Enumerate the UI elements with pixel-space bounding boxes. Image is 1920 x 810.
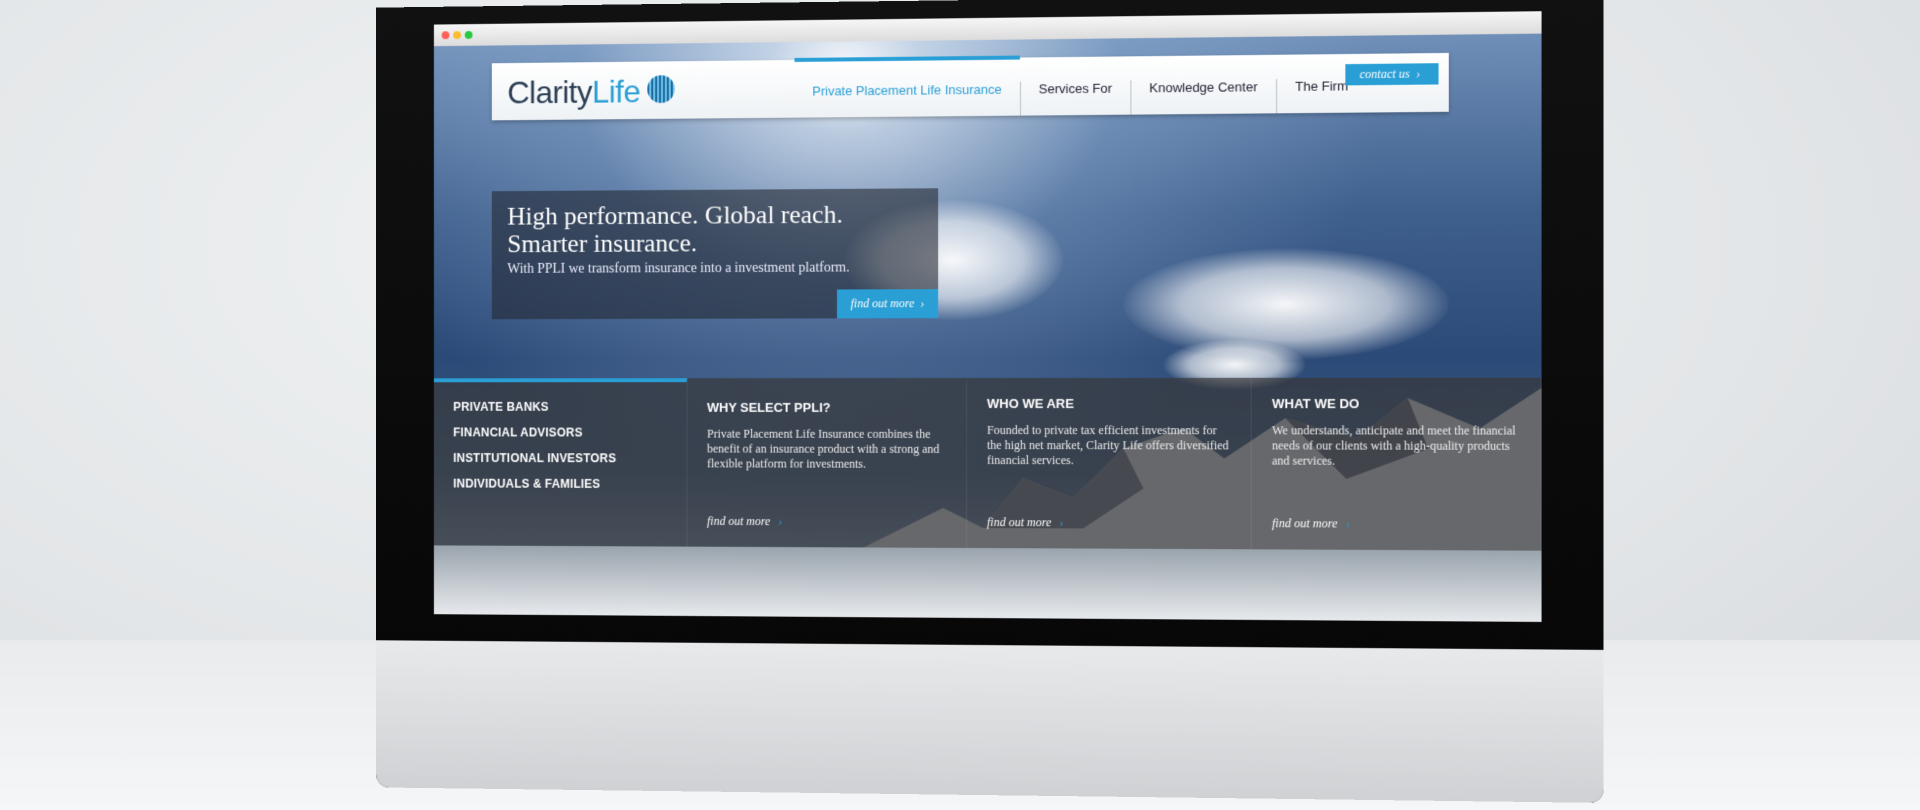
- audience-item-financial-advisors[interactable]: FINANCIAL ADVISORS: [453, 426, 667, 440]
- hero-subtitle: With PPLI we transform insurance into a …: [507, 260, 850, 277]
- nav-item-services-for[interactable]: Services For: [1019, 80, 1131, 116]
- panel-find-out-more-link[interactable]: find out more ›: [707, 514, 782, 529]
- info-panels: PRIVATE BANKS FINANCIAL ADVISORS INSTITU…: [433, 377, 1542, 551]
- panel-title: WHO WE ARE: [986, 395, 1074, 412]
- panel-cta-label: find out more: [1272, 516, 1338, 531]
- logo-globe-icon: [647, 75, 675, 104]
- panel-who-we-are: WHO WE ARE Founded to private tax effici…: [967, 377, 1252, 550]
- chevron-right-icon: ›: [1345, 516, 1350, 531]
- minimize-window-icon[interactable]: [453, 31, 461, 40]
- clarity-life-logo[interactable]: ClarityLife: [507, 74, 640, 112]
- panel-title: WHAT WE DO: [1272, 395, 1360, 412]
- chevron-right-icon: ›: [777, 514, 782, 529]
- panel-text: Founded to private tax efficient investm…: [986, 423, 1229, 468]
- chevron-right-icon: ›: [1059, 515, 1064, 530]
- main-nav: Private Placement Life Insurance Service…: [795, 54, 1367, 118]
- panel-find-out-more-link[interactable]: find out more ›: [1272, 516, 1350, 531]
- screen: ClarityLife Private Placement Life Insur…: [433, 11, 1542, 622]
- monitor-chin: [376, 640, 1604, 803]
- nav-item-knowledge-center[interactable]: Knowledge Center: [1130, 79, 1276, 115]
- hero-title: High performance. Global reach. Smarter …: [507, 199, 843, 259]
- audience-item-private-banks[interactable]: PRIVATE BANKS: [453, 400, 667, 414]
- panel-text: We understands, anticipate and meet the …: [1272, 423, 1516, 468]
- chevron-right-icon: ›: [917, 296, 925, 311]
- panel-what-we-do: WHAT WE DO We understands, anticipate an…: [1251, 377, 1542, 551]
- maximize-window-icon[interactable]: [464, 30, 473, 39]
- logo-text-clarity: Clarity: [507, 74, 592, 111]
- panel-find-out-more-link[interactable]: find out more ›: [987, 515, 1063, 530]
- contact-us-label: contact us: [1359, 66, 1410, 82]
- site-header: ClarityLife Private Placement Life Insur…: [491, 52, 1449, 121]
- hero-promo-box: High performance. Global reach. Smarter …: [491, 188, 939, 320]
- chevron-right-icon: ›: [1412, 66, 1421, 81]
- audience-item-institutional-investors[interactable]: INSTITUTIONAL INVESTORS: [453, 451, 667, 465]
- cloud-2: [1123, 247, 1449, 360]
- close-window-icon[interactable]: [441, 31, 450, 40]
- nav-item-ppli[interactable]: Private Placement Life Insurance: [795, 82, 1020, 118]
- audience-menu: PRIVATE BANKS FINANCIAL ADVISORS INSTITU…: [433, 378, 688, 547]
- panel-why-select-ppli: WHY SELECT PPLI? Private Placement Life …: [687, 378, 968, 548]
- imac-monitor: ClarityLife Private Placement Life Insur…: [376, 0, 1604, 803]
- panel-title: WHY SELECT PPLI?: [707, 399, 831, 415]
- logo-text-life: Life: [591, 73, 641, 110]
- panel-text: Private Placement Life Insurance combine…: [707, 426, 940, 471]
- panel-cta-label: find out more: [986, 515, 1052, 530]
- hero-cta-label: find out more: [850, 296, 915, 311]
- hero-find-out-more-button[interactable]: find out more ›: [836, 289, 939, 319]
- panel-cta-label: find out more: [707, 513, 771, 529]
- audience-item-individuals-families[interactable]: INDIVIDUALS & FAMILIES: [453, 477, 667, 491]
- contact-us-button[interactable]: contact us ›: [1345, 63, 1439, 86]
- snow-foreground: [433, 545, 1542, 622]
